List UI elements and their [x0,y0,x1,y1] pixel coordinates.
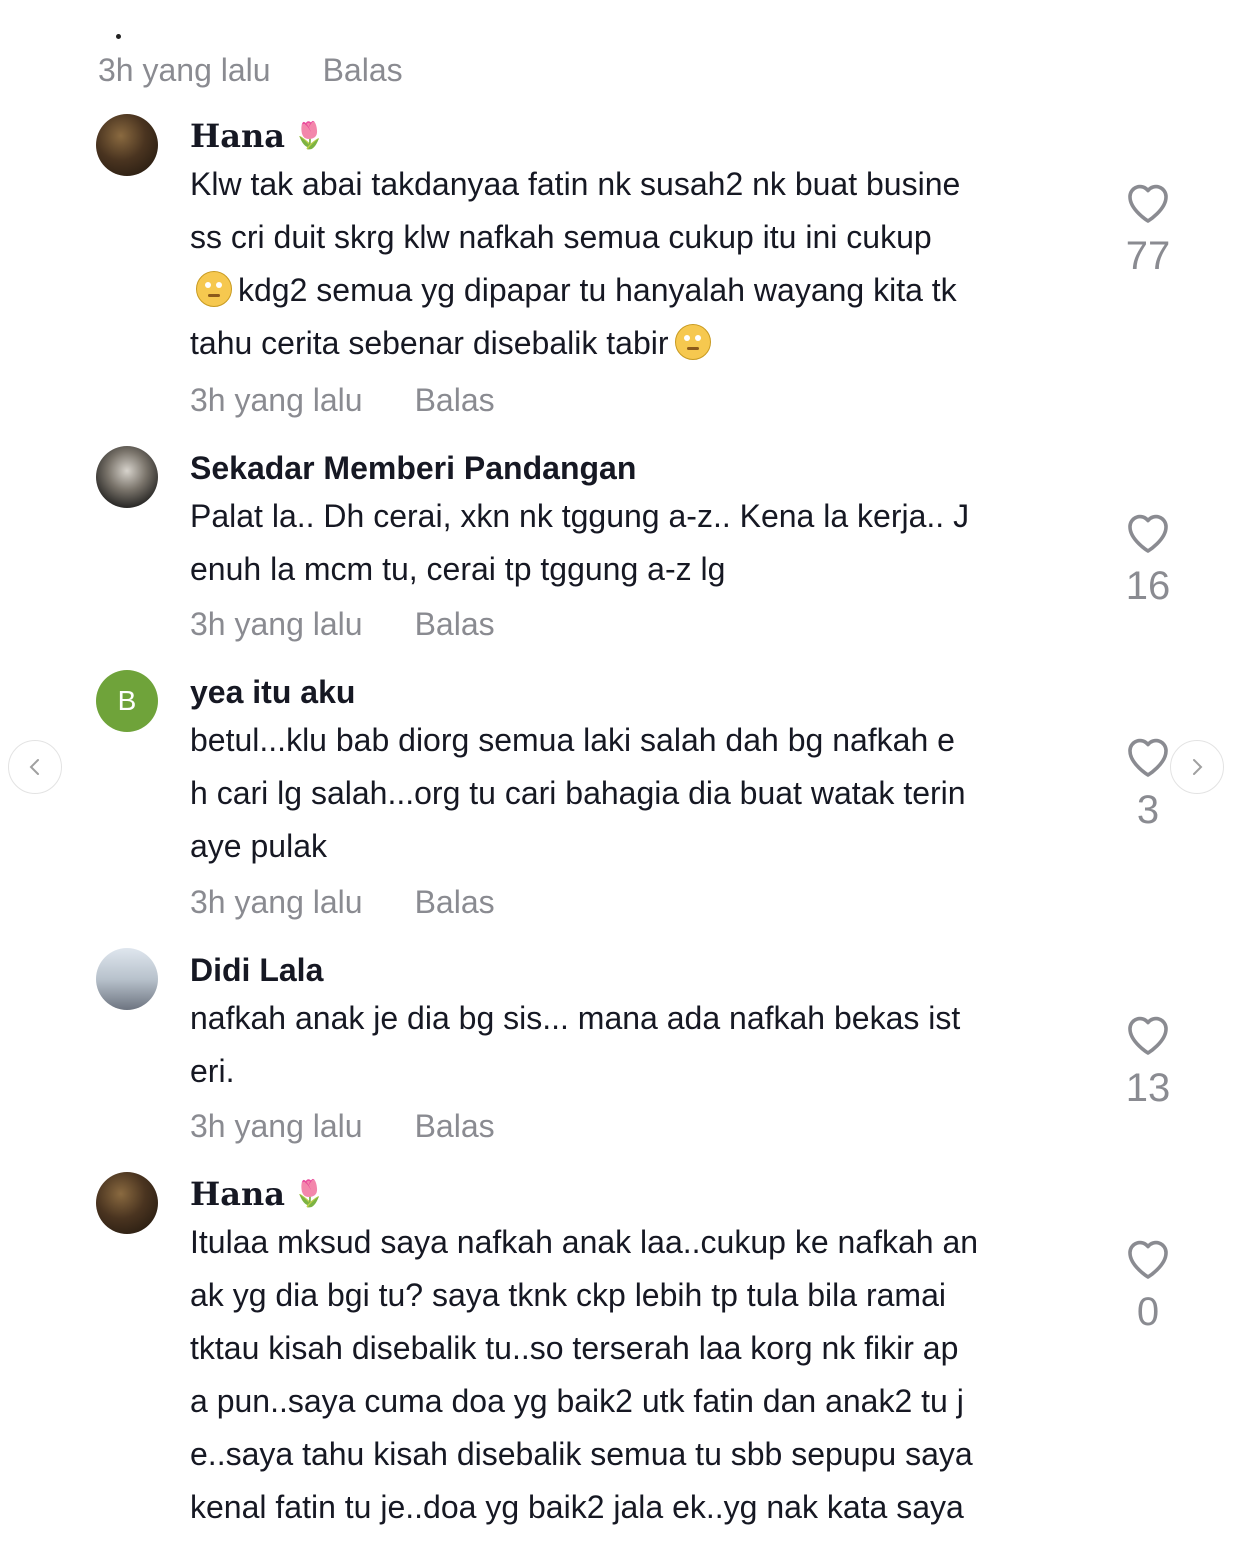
heart-icon [1128,184,1168,223]
heart-icon [1128,1016,1168,1055]
chevron-left-icon [29,759,39,775]
comment-time: 3h yang lalu [190,884,363,920]
comment-time: 3h yang lalu [190,382,363,418]
reply-button[interactable]: Balas [415,1108,495,1145]
avatar[interactable] [96,948,158,1010]
comment-author[interactable]: Sekadar Memberi Pandangan [190,446,1080,490]
comment-author[interactable]: yea itu aku [190,670,1080,714]
comment-time: 3h yang lalu [190,606,363,642]
comment-meta: 3h yang lalu Balas [190,382,495,419]
comment-author[interactable]: Didi Lala [190,948,1080,992]
avatar[interactable] [96,114,158,176]
like-button[interactable]: 0 [1100,1236,1196,1335]
like-button[interactable]: 77 [1100,180,1196,279]
like-count: 77 [1125,234,1171,278]
avatar[interactable] [96,1172,158,1234]
prev-slide-button[interactable] [8,740,62,794]
tulip-emoji: 🌷 [292,121,326,151]
comment-text: betul...klu bab diorg semua laki salah d… [190,722,966,864]
comment-meta: 3h yang lalu Balas [190,606,495,643]
like-count: 0 [1136,1290,1160,1334]
reply-button[interactable]: Balas [415,606,495,643]
reply-button[interactable]: Balas [415,884,495,921]
comment-meta: 3h yang lalu Balas [190,1108,495,1145]
eye-roll-emoji [674,324,711,360]
like-count: 13 [1125,1066,1171,1110]
comment-text: Klw tak abai takdanyaa fatin nk susah2 n… [190,166,961,361]
avatar[interactable]: B [96,670,158,732]
eye-roll-emoji [196,271,232,307]
comment-text: Itulaa mksud saya nafkah anak laa..cukup… [190,1224,979,1525]
like-count: 3 [1136,788,1160,832]
tulip-emoji: 🌷 [292,1179,326,1209]
reply-button[interactable]: Balas [415,382,495,419]
comment-meta: 3h yang lalu Balas [190,884,495,921]
like-button[interactable]: 16 [1100,510,1196,609]
comment-time: 3h yang lalu [190,1108,363,1144]
avatar[interactable] [96,446,158,508]
reply-button[interactable]: Balas [323,52,403,89]
like-count: 16 [1125,564,1171,608]
comment-author[interactable]: Hana 🌷 [190,114,1080,158]
heart-icon [1128,514,1168,553]
previous-comment-meta: 3h yang lalu Balas [98,52,403,89]
like-button[interactable]: 13 [1100,1012,1196,1111]
comment-time: 3h yang lalu [98,52,271,88]
chevron-right-icon [1193,759,1203,775]
comment-text: Palat la.. Dh cerai, xkn nk tggung a-z..… [190,498,970,587]
truncated-text-dot [116,34,121,39]
comment-author[interactable]: Hana 🌷 [190,1172,1080,1216]
heart-icon [1128,1240,1168,1279]
heart-icon [1128,738,1168,777]
comment-text: nafkah anak je dia bg sis... mana ada na… [190,1000,961,1089]
next-slide-button[interactable] [1170,740,1224,794]
